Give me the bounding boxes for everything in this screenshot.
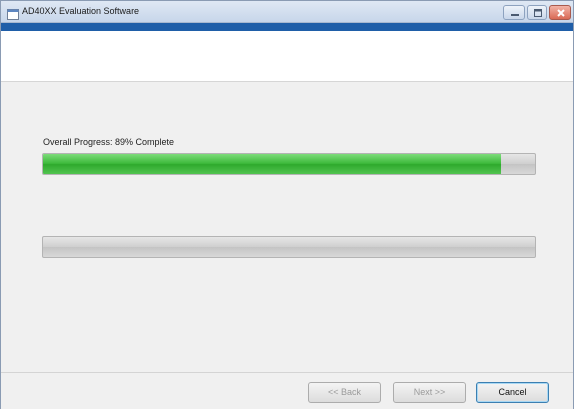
overall-progress-fill: [43, 154, 501, 174]
minimize-icon: [511, 14, 519, 16]
title-bar[interactable]: AD40XX Evaluation Software: [1, 1, 573, 23]
close-button[interactable]: [549, 5, 571, 20]
back-button[interactable]: << Back: [308, 382, 381, 403]
wizard-footer: << Back Next >> Cancel: [1, 372, 573, 409]
close-icon: [557, 9, 565, 17]
wizard-header: [1, 31, 573, 82]
overall-progress-bar: [42, 153, 536, 175]
overall-progress-label: Overall Progress: 89% Complete: [43, 137, 175, 147]
application-icon: [7, 7, 19, 20]
maximize-icon: [534, 9, 542, 17]
progress-panel: Overall Progress: 89% Complete: [1, 82, 573, 372]
installer-window: AD40XX Evaluation Software Overall Progr…: [0, 0, 574, 409]
title-accent-band: [1, 23, 573, 31]
window-title: AD40XX Evaluation Software: [22, 6, 140, 16]
maximize-button[interactable]: [527, 5, 547, 20]
secondary-progress-bar: [42, 236, 536, 258]
next-button[interactable]: Next >>: [393, 382, 466, 403]
cancel-button[interactable]: Cancel: [476, 382, 549, 403]
minimize-button[interactable]: [503, 5, 525, 20]
